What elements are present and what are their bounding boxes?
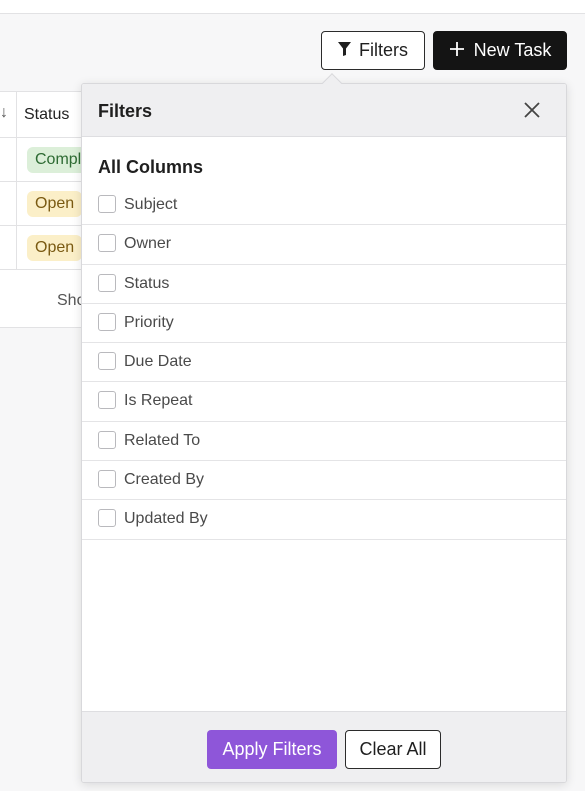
filter-option-label: Updated By bbox=[124, 510, 208, 528]
filter-panel-footer: Apply Filters Clear All bbox=[82, 711, 566, 782]
checkbox[interactable] bbox=[98, 470, 116, 489]
tasks-table: ↓ Status Compl Open Open Sho bbox=[0, 91, 90, 328]
filter-option-due-date[interactable]: Due Date bbox=[82, 343, 566, 383]
filter-option-label: Due Date bbox=[124, 353, 192, 371]
checkbox[interactable] bbox=[98, 430, 116, 449]
new-task-button[interactable]: New Task bbox=[433, 31, 567, 70]
clear-all-button[interactable]: Clear All bbox=[345, 730, 441, 769]
checkbox[interactable] bbox=[98, 273, 116, 292]
checkbox[interactable] bbox=[98, 509, 116, 528]
close-icon[interactable] bbox=[518, 96, 546, 124]
table-row[interactable]: Compl bbox=[0, 138, 90, 182]
filter-option-related-to[interactable]: Related To bbox=[82, 422, 566, 462]
all-columns-title: All Columns bbox=[98, 157, 204, 177]
filter-option-priority[interactable]: Priority bbox=[82, 304, 566, 344]
filter-option-label: Created By bbox=[124, 471, 205, 489]
filter-option-label: Subject bbox=[124, 196, 178, 213]
checkbox[interactable] bbox=[98, 391, 116, 410]
funnel-icon bbox=[338, 40, 351, 61]
checkbox[interactable] bbox=[98, 195, 116, 213]
filters-button[interactable]: Filters bbox=[321, 31, 425, 70]
checkbox[interactable] bbox=[98, 312, 116, 331]
filter-options-list: Subject Owner Status Priority Due Date I… bbox=[82, 186, 566, 540]
table-row[interactable]: Open bbox=[0, 182, 90, 226]
new-task-button-label: New Task bbox=[473, 40, 552, 60]
table-header: ↓ Status bbox=[0, 92, 90, 138]
top-bar bbox=[0, 0, 585, 14]
plus-icon bbox=[449, 38, 465, 62]
filter-option-label: Priority bbox=[124, 313, 174, 331]
filters-button-label: Filters bbox=[359, 40, 408, 60]
filter-option-owner[interactable]: Owner bbox=[82, 225, 566, 265]
status-badge: Open bbox=[27, 235, 83, 261]
table-row[interactable]: Open bbox=[0, 226, 90, 270]
filter-option-label: Owner bbox=[124, 235, 172, 253]
filter-panel: Filters All Columns Subject Owner Status… bbox=[81, 83, 567, 783]
apply-filters-button[interactable]: Apply Filters bbox=[207, 730, 337, 769]
filter-option-created-by[interactable]: Created By bbox=[82, 461, 566, 501]
filter-panel-header: Filters bbox=[82, 84, 566, 137]
sort-icon[interactable]: ↓ bbox=[0, 104, 8, 122]
status-column-header[interactable]: Status bbox=[24, 106, 69, 124]
filter-option-label: Status bbox=[124, 274, 170, 292]
filter-option-is-repeat[interactable]: Is Repeat bbox=[82, 382, 566, 422]
filter-option-status[interactable]: Status bbox=[82, 265, 566, 304]
column-divider bbox=[16, 92, 17, 138]
checkbox[interactable] bbox=[98, 352, 116, 371]
filter-option-subject[interactable]: Subject bbox=[82, 186, 566, 226]
filter-option-label: Related To bbox=[124, 431, 201, 449]
filter-panel-title: Filters bbox=[98, 101, 153, 121]
column-divider bbox=[16, 138, 17, 182]
checkbox[interactable] bbox=[98, 234, 116, 253]
filter-option-label: Is Repeat bbox=[124, 392, 193, 410]
status-badge: Open bbox=[27, 191, 83, 217]
column-divider bbox=[16, 182, 17, 226]
column-divider bbox=[16, 226, 17, 270]
status-badge: Compl bbox=[27, 147, 90, 173]
filter-option-updated-by[interactable]: Updated By bbox=[82, 500, 566, 540]
